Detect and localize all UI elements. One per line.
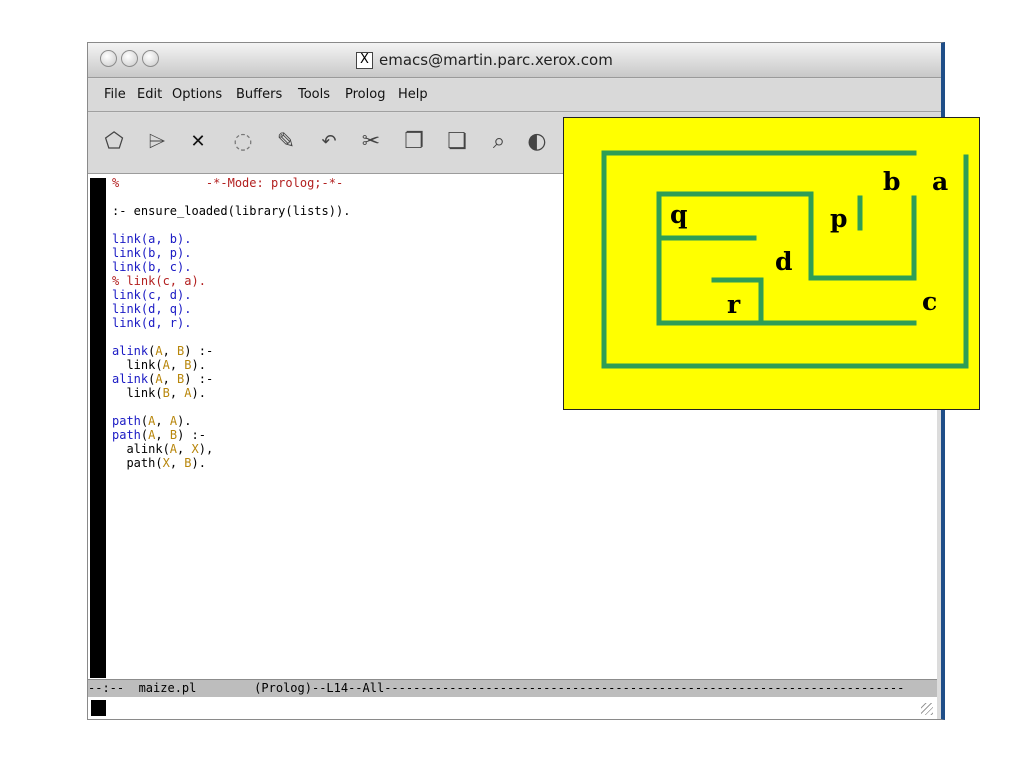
minibuffer[interactable] <box>88 697 937 719</box>
source-code[interactable]: % -*-Mode: prolog;-*- :- ensure_loaded(l… <box>112 176 350 470</box>
menu-help[interactable]: Help <box>398 87 428 102</box>
search-icon[interactable]: ⌕ <box>484 127 514 157</box>
fact-link-c-d: link(c, d). <box>112 288 192 302</box>
cut-icon[interactable]: ✂ <box>356 127 386 157</box>
minibuffer-cursor <box>91 700 106 716</box>
window-title-text: emacs@martin.parc.xerox.com <box>379 51 613 69</box>
menu-edit[interactable]: Edit <box>137 87 162 102</box>
minimize-window-button[interactable] <box>121 50 138 67</box>
menu-bar: File Edit Options Buffers Tools Prolog H… <box>88 79 941 112</box>
x-window-icon: X <box>356 51 373 69</box>
title-bar: X emacs@martin.parc.xerox.com <box>88 43 941 78</box>
commented-fact-link-c-a: % link(c, a). <box>112 274 206 288</box>
maze-svg: b a q p d r c <box>601 150 969 369</box>
maze-label-a: a <box>932 167 948 196</box>
close-icon[interactable]: ✕ <box>183 127 213 157</box>
save-icon[interactable]: ◌ <box>228 127 258 157</box>
menu-options[interactable]: Options <box>172 87 222 102</box>
fact-path-base: path(A, A). <box>112 414 192 428</box>
maze-label-r: r <box>727 290 741 319</box>
print-icon[interactable]: ✎ <box>271 127 301 157</box>
fact-link-d-r: link(d, r). <box>112 316 192 330</box>
vertical-scrollbar[interactable] <box>90 178 106 678</box>
open-dir-icon[interactable]: ⌲ <box>142 127 172 157</box>
fact-link-b-p: link(b, p). <box>112 246 192 260</box>
rule-alink-2: alink(A, B) :- link(B, A). <box>112 372 214 400</box>
undo-icon[interactable]: ↶ <box>314 127 344 157</box>
menu-buffers[interactable]: Buffers <box>236 87 282 102</box>
fact-link-b-c: link(b, c). <box>112 260 192 274</box>
window-controls <box>100 50 159 67</box>
mode-comment: % -*-Mode: prolog;-*- <box>112 176 344 190</box>
copy-icon[interactable]: ❐ <box>399 127 429 157</box>
fact-link-a-b: link(a, b). <box>112 232 192 246</box>
zoom-window-button[interactable] <box>142 50 159 67</box>
maze-diagram: b a q p d r c <box>563 117 980 410</box>
menu-file[interactable]: File <box>104 87 126 102</box>
maze-label-q: q <box>670 200 687 229</box>
maze-label-b: b <box>883 167 900 196</box>
resize-grip-icon[interactable] <box>921 703 933 715</box>
directive-line: :- ensure_loaded(library(lists)). <box>112 204 351 218</box>
open-file-icon[interactable]: ⬠ <box>99 127 129 157</box>
close-window-button[interactable] <box>100 50 117 67</box>
rule-alink-1: alink(A, B) :- link(A, B). <box>112 344 214 372</box>
maze-label-d: d <box>775 247 792 276</box>
fact-link-d-q: link(d, q). <box>112 302 192 316</box>
spell-icon[interactable]: ◐ <box>522 127 552 157</box>
maze-label-c: c <box>922 287 937 316</box>
rule-path-recursive: path(A, B) :- alink(A, X), path(X, B). <box>112 428 214 470</box>
menu-prolog[interactable]: Prolog <box>345 87 385 102</box>
maze-label-p: p <box>830 204 847 233</box>
menu-tools[interactable]: Tools <box>298 87 330 102</box>
window-title: X emacs@martin.parc.xerox.com <box>356 51 613 69</box>
mode-line: --:-- maize.pl (Prolog)--L14--All-------… <box>88 679 937 697</box>
paste-icon[interactable]: ❏ <box>442 127 472 157</box>
